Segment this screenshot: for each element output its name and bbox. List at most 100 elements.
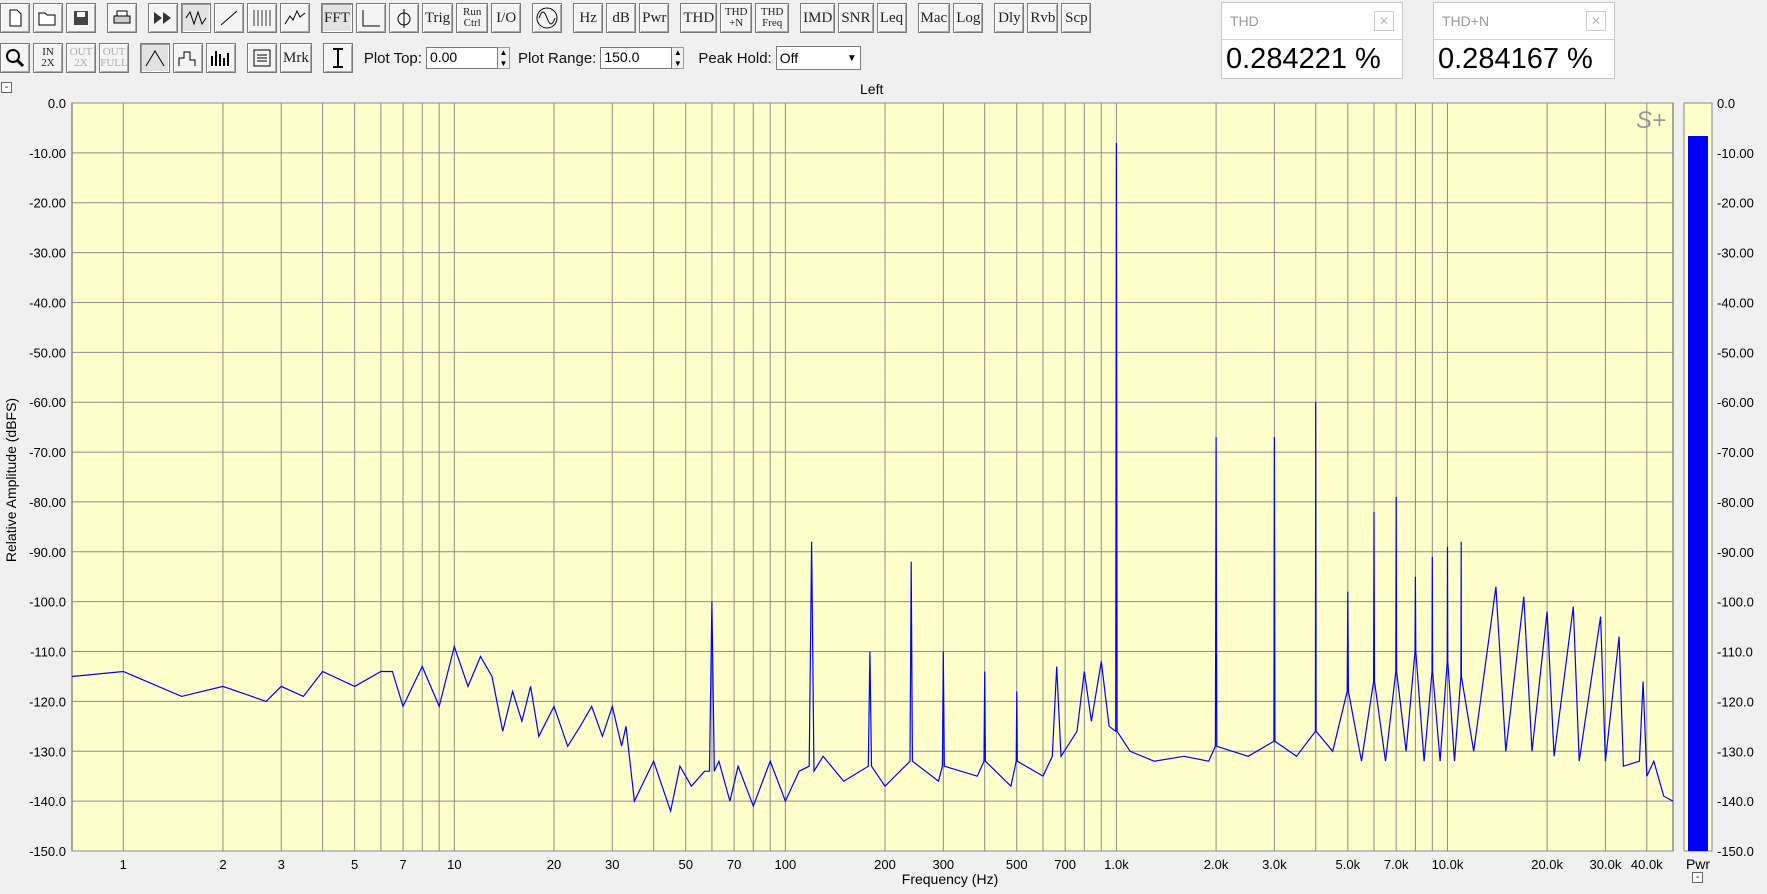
power-tick-label: -100.0 <box>1717 595 1754 610</box>
x-tick-label: 20.0k <box>1531 857 1563 872</box>
power-tick-label: -50.00 <box>1717 345 1754 360</box>
io-button[interactable]: I/O <box>491 3 522 33</box>
save-icon <box>74 11 88 25</box>
x-tick-label: 2 <box>219 857 226 872</box>
scope-icon <box>397 9 411 28</box>
hz-button[interactable]: Hz <box>573 3 604 33</box>
run-ctrl-button[interactable]: Run Ctrl <box>456 3 489 33</box>
waterfall-button[interactable] <box>280 3 310 33</box>
plot-range-input[interactable]: 150.0 <box>600 47 673 69</box>
plot-top-label: Plot Top: <box>363 49 422 67</box>
plot-range-label: Plot Range: <box>517 49 597 67</box>
y-tick-label: -90.00 <box>29 545 66 560</box>
x-tick-label: 7 <box>399 857 406 872</box>
x-tick-label: 30.0k <box>1590 857 1622 872</box>
bar-plot-button[interactable] <box>206 43 236 73</box>
plot-top-spinner[interactable]: ▲ ▼ <box>497 47 510 69</box>
channel-title: Left <box>860 81 884 97</box>
new-icon <box>9 9 22 27</box>
x-tick-label: 30 <box>605 857 619 872</box>
zoom-in-2x-button[interactable]: IN 2X <box>33 43 63 73</box>
cursor-button[interactable] <box>322 43 353 73</box>
power-meter-label: Pwr <box>1686 856 1710 872</box>
leq-button[interactable]: Leq <box>876 3 907 33</box>
pwr-button[interactable]: Pwr <box>639 3 670 33</box>
close-icon[interactable]: ✕ <box>1586 11 1606 31</box>
step-plot-button[interactable] <box>173 43 203 73</box>
power-tick-label: -120.0 <box>1717 694 1754 709</box>
ffwd-icon <box>154 12 171 24</box>
scp-button[interactable]: Scp <box>1061 3 1092 33</box>
thdn-meter-title: THD+N <box>1442 13 1490 29</box>
power-tick-label: -130.0 <box>1717 744 1754 759</box>
plot-range-spinner[interactable]: ▲ ▼ <box>672 47 685 69</box>
collapse-plot-button[interactable]: - <box>1 82 12 93</box>
power-tick-label: -40.00 <box>1717 295 1754 310</box>
new-file-button[interactable] <box>0 3 30 33</box>
power-tick-label: -20.00 <box>1717 196 1754 211</box>
fast-forward-button[interactable] <box>148 3 178 33</box>
print-button[interactable] <box>107 3 137 33</box>
line-plot-button[interactable] <box>140 43 170 73</box>
power-tick-label: -30.00 <box>1717 246 1754 261</box>
peak-hold-value: Off <box>779 50 799 66</box>
magnifier-icon <box>6 49 25 68</box>
x-tick-label: 10.0k <box>1432 857 1464 872</box>
cursor-plot-button[interactable] <box>355 3 386 33</box>
thd-button[interactable]: THD <box>680 3 718 33</box>
mac-button[interactable]: Mac <box>917 3 951 33</box>
main-toolbar: FFT Trig Run Ctrl I/O Hz dB Pwr THD THD … <box>0 0 1094 36</box>
ramp-icon <box>220 10 238 26</box>
y-tick-label: -80.00 <box>29 495 66 510</box>
power-tick-label: -110.0 <box>1717 645 1753 660</box>
x-tick-label: 2.0k <box>1204 857 1229 872</box>
power-tick-label: -80.00 <box>1717 495 1754 510</box>
close-icon[interactable]: ✕ <box>1374 11 1394 31</box>
collapse-meter-button[interactable]: - <box>1692 872 1703 883</box>
zoom-button[interactable] <box>0 43 30 73</box>
thd-meter: THD ✕ 0.284221 % <box>1221 2 1403 79</box>
spectrogram-button[interactable] <box>247 3 277 33</box>
x-tick-label: 700 <box>1054 857 1076 872</box>
ramp-button[interactable] <box>214 3 244 33</box>
spectrum-trace <box>71 142 1674 814</box>
y-tick-label: -10.00 <box>29 146 66 161</box>
open-icon <box>38 12 56 26</box>
y-tick-label: -20.00 <box>29 196 66 211</box>
bar-plot-icon <box>211 51 229 66</box>
zoom-out-2x-button[interactable]: OUT 2X <box>66 43 96 73</box>
thdn-button[interactable]: THD +N <box>720 3 753 33</box>
average-button[interactable] <box>247 43 277 73</box>
x-tick-label: 3 <box>278 857 285 872</box>
power-tick-label: -60.00 <box>1717 395 1754 410</box>
y-tick-label: -150.0 <box>29 844 66 859</box>
dly-button[interactable]: Dly <box>994 3 1025 33</box>
thd-freq-button[interactable]: THD Freq <box>755 3 790 33</box>
scope-button[interactable] <box>388 3 419 33</box>
plot-area <box>71 102 1674 852</box>
thdn-meter-value: 0.284167 % <box>1438 43 1593 75</box>
open-file-button[interactable] <box>33 3 63 33</box>
rvb-button[interactable]: Rvb <box>1027 3 1059 33</box>
marker-button[interactable]: Mrk <box>280 43 312 73</box>
zoom-out-full-button[interactable]: OUT FULL <box>99 43 129 73</box>
ibeam-icon <box>332 48 343 68</box>
snr-button[interactable]: SNR <box>838 3 874 33</box>
log-button[interactable]: Log <box>953 3 984 33</box>
power-tick-label: -10.00 <box>1717 146 1754 161</box>
x-tick-label: 7.0k <box>1384 857 1409 872</box>
x-tick-label: 3.0k <box>1262 857 1287 872</box>
trig-button[interactable]: Trig <box>421 3 454 33</box>
x-axis-label: Frequency (Hz) <box>902 871 998 887</box>
db-button[interactable]: dB <box>606 3 637 33</box>
zoom-wave-button[interactable] <box>181 3 211 33</box>
waterfall-icon <box>284 9 306 25</box>
plot-top-input[interactable]: 0.00 <box>425 47 498 69</box>
peak-hold-select[interactable]: Off ▼ <box>775 46 861 70</box>
generator-button[interactable] <box>532 3 563 33</box>
imd-button[interactable]: IMD <box>800 3 836 33</box>
power-tick-label: -140.0 <box>1717 794 1754 809</box>
fft-button[interactable]: FFT <box>321 3 353 33</box>
save-file-button[interactable] <box>66 3 96 33</box>
thdn-meter: THD+N ✕ 0.284167 % <box>1433 2 1615 79</box>
